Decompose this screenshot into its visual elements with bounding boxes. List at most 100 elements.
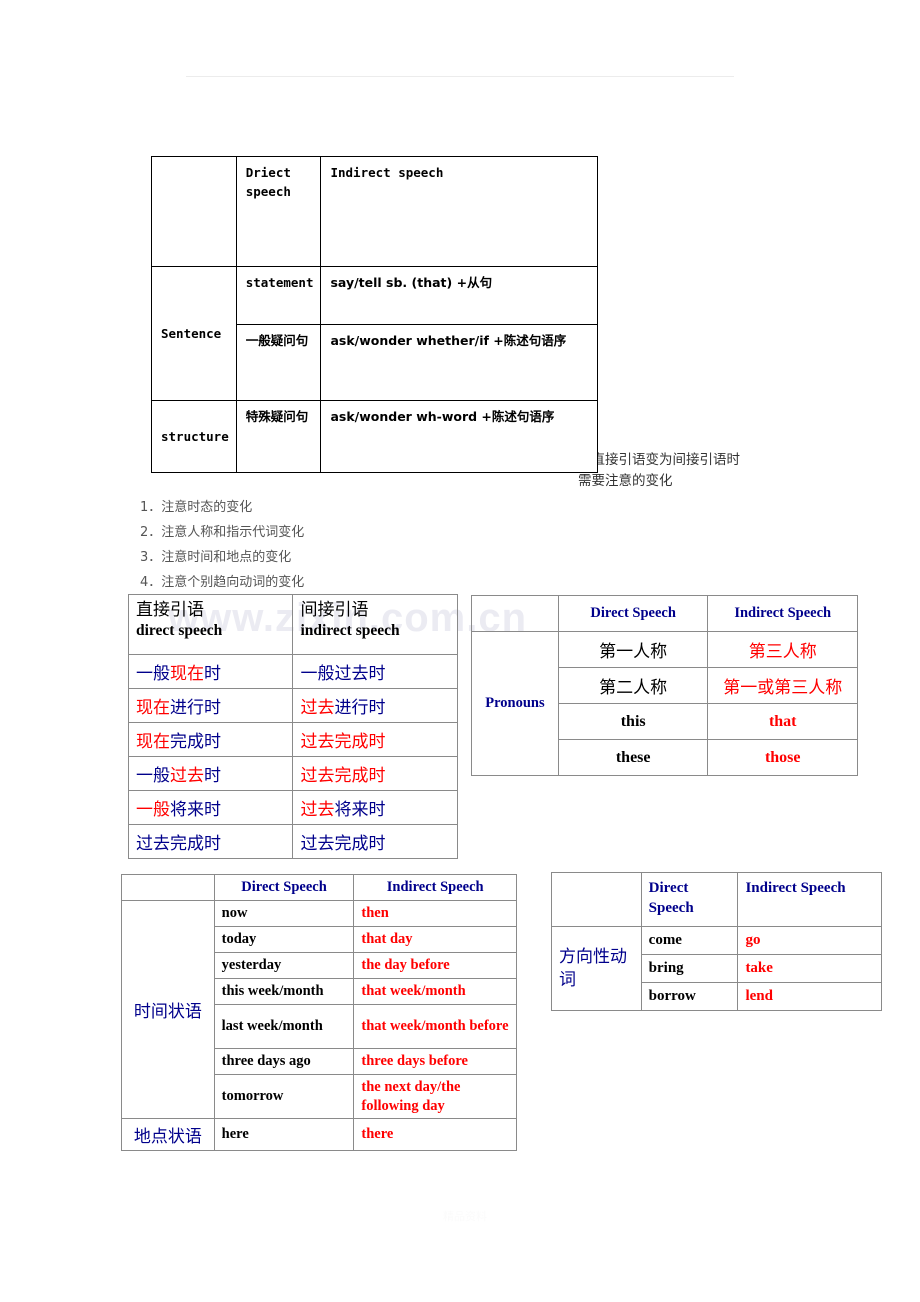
- time-direct-6: three days ago: [213, 1048, 355, 1075]
- header-direct-speech: Driect speech: [235, 156, 322, 267]
- table-row: 现在进行时 过去进行时: [127, 688, 458, 723]
- table-header-row: 直接引语 direct speech 间接引语 indirect speech: [127, 594, 458, 655]
- verbs-direct-3: borrow: [640, 982, 739, 1011]
- pronouns-row-label: Pronouns: [471, 631, 559, 776]
- place-row-label: 地点状语: [121, 1118, 215, 1152]
- document-page: www.zixin.com.cn 精品资料 Driect speech Indi…: [0, 0, 920, 1302]
- note-item-2: 2．注意人称和指示代词变化: [140, 524, 305, 540]
- time-indirect-5: that week/month before: [353, 1004, 517, 1049]
- table-row: Driect speech Indirect speech: [151, 156, 599, 267]
- tense-rows-body: 一般现在时 一般过去时 现在进行时 过去进行时 现在完成时 过去完成时 一般过去时 过去完成时…: [127, 654, 458, 859]
- time-adverbial-table: Direct Speech Indirect Speech 时间状语 now t…: [121, 874, 517, 1152]
- tense-direct-1: 一般现在时: [127, 654, 294, 689]
- time-indirect-4: that week/month: [353, 978, 517, 1005]
- verbs-direct-1: come: [640, 926, 739, 955]
- note-item-1: 1．注意时态的变化: [140, 500, 253, 515]
- table-row: 现在完成时 过去完成时: [127, 722, 458, 757]
- tense-segment: 进行时: [334, 698, 386, 717]
- tense-direct-6: 过去完成时: [127, 824, 294, 859]
- tense-indirect-1: 一般过去时: [292, 654, 458, 689]
- time-corner-cell: [121, 874, 215, 901]
- tense-segment: 进行时: [170, 698, 221, 717]
- table-row: structure 特殊疑问句 ask/wonder wh-word +陈述句语…: [151, 400, 599, 473]
- tense-segment: 一般: [136, 664, 170, 683]
- table-row: 时间状语 now then: [121, 899, 517, 1120]
- annotation-line-2: 需要注意的变化: [578, 472, 673, 489]
- pronouns-header-direct: Direct Speech: [557, 595, 709, 632]
- note-item-4: 4．注意个别趋向动词的变化: [140, 574, 305, 590]
- note-item-3: 3．注意时间和地点的变化: [140, 549, 292, 565]
- pronouns-header-indirect: Indirect Speech: [707, 595, 858, 632]
- header-indirect-speech: Indirect speech: [320, 156, 599, 267]
- tense-segment: 一般: [136, 800, 170, 819]
- time-indirect-6: three days before: [353, 1048, 517, 1075]
- tense-segment: 将来时: [170, 800, 221, 819]
- tense-direct-3: 现在完成时: [127, 722, 294, 757]
- formula-statement: say/tell sb. (that) +从句: [320, 266, 599, 325]
- table-row: 方向性动词 come go: [551, 926, 882, 1011]
- tense-header-indirect: 间接引语 indirect speech: [292, 594, 458, 655]
- verbs-corner-cell: [551, 872, 642, 927]
- time-indirect-7: the next day/the following day: [353, 1073, 517, 1120]
- tense-indirect-2: 过去进行时: [292, 688, 458, 723]
- row-label-sentence: Sentence: [151, 266, 237, 401]
- tense-direct-5: 一般将来时: [127, 790, 294, 825]
- tense-segment: 现在: [136, 698, 170, 717]
- notes-list: 1．注意时态的变化 2．注意人称和指示代词变化 3．注意时间和地点的变化 4．注…: [140, 496, 304, 596]
- tense-segment: 过去: [300, 800, 335, 819]
- time-direct-7: tomorrow: [213, 1073, 355, 1120]
- time-indirect-2: that day: [353, 926, 517, 953]
- table-row: Sentence statement say/tell sb. (that) +…: [151, 266, 599, 401]
- corner-cell: [151, 156, 237, 267]
- tense-header-direct-en: direct speech: [136, 621, 223, 639]
- tense-segment: 将来时: [334, 800, 386, 819]
- table-header-row: Direct Speech Indirect Speech: [121, 874, 517, 901]
- time-direct-5: last week/month: [213, 1004, 355, 1049]
- pronouns-table: Direct Speech Indirect Speech Pronouns 第…: [471, 595, 858, 776]
- table-header-row: Direct Speech Indirect Speech: [551, 872, 882, 927]
- tense-header-direct-cn: 直接引语: [136, 600, 204, 619]
- tense-segment: 时: [204, 664, 221, 683]
- time-direct-3: yesterday: [213, 952, 355, 979]
- verbs-indirect-3: lend: [737, 982, 882, 1011]
- tense-segment: 过去完成时: [300, 766, 386, 785]
- table-header-row: Direct Speech Indirect Speech: [471, 595, 858, 632]
- tense-segment: 现在: [136, 732, 170, 751]
- time-direct-4: this week/month: [213, 978, 355, 1005]
- pronouns-direct-1: 第一人称: [557, 631, 709, 668]
- table-row: 地点状语 here there: [121, 1118, 517, 1152]
- verbs-direct-2: bring: [640, 954, 739, 983]
- pronouns-direct-2: 第二人称: [557, 667, 709, 704]
- pronouns-indirect-3: that: [707, 703, 858, 740]
- tense-segment: 现在: [170, 664, 204, 683]
- tense-header-indirect-en: indirect speech: [300, 621, 400, 639]
- tense-segment: 一般过去时: [300, 664, 386, 683]
- tense-indirect-4: 过去完成时: [292, 756, 458, 791]
- footer-faint-text: 精品资料: [443, 1211, 487, 1223]
- tense-segment: 一般: [136, 766, 170, 785]
- sentence-structure-table: Driect speech Indirect speech Sentence s…: [151, 156, 599, 473]
- tense-header-direct: 直接引语 direct speech: [127, 594, 294, 655]
- pronouns-direct-3: this: [557, 703, 709, 740]
- tense-segment: 时: [204, 766, 221, 785]
- verbs-indirect-1: go: [737, 926, 882, 955]
- type-yes-no-question: 一般疑问句: [235, 324, 322, 401]
- type-wh-question: 特殊疑问句: [235, 400, 322, 473]
- time-indirect-1: then: [353, 900, 517, 927]
- tense-segment: 过去完成时: [300, 732, 386, 751]
- time-direct-2: today: [213, 926, 355, 953]
- tense-indirect-3: 过去完成时: [292, 722, 458, 757]
- annotation-line-1: 在直接引语变为间接引语时: [578, 452, 740, 468]
- table-row: 过去完成时 过去完成时: [127, 824, 458, 859]
- tense-segment: 过去: [300, 698, 335, 717]
- tense-direct-2: 现在进行时: [127, 688, 294, 723]
- tense-segment: 过去完成时: [300, 834, 386, 853]
- tense-indirect-6: 过去完成时: [292, 824, 458, 859]
- pronouns-direct-4: these: [557, 739, 709, 776]
- directional-verbs-table: Direct Speech Indirect Speech 方向性动词 come…: [551, 872, 882, 1011]
- verbs-header-indirect: Indirect Speech: [737, 872, 882, 927]
- type-statement: statement: [235, 266, 322, 325]
- tense-direct-4: 一般过去时: [127, 756, 294, 791]
- time-header-direct: Direct Speech: [213, 874, 355, 901]
- table-row: 一般过去时 过去完成时: [127, 756, 458, 791]
